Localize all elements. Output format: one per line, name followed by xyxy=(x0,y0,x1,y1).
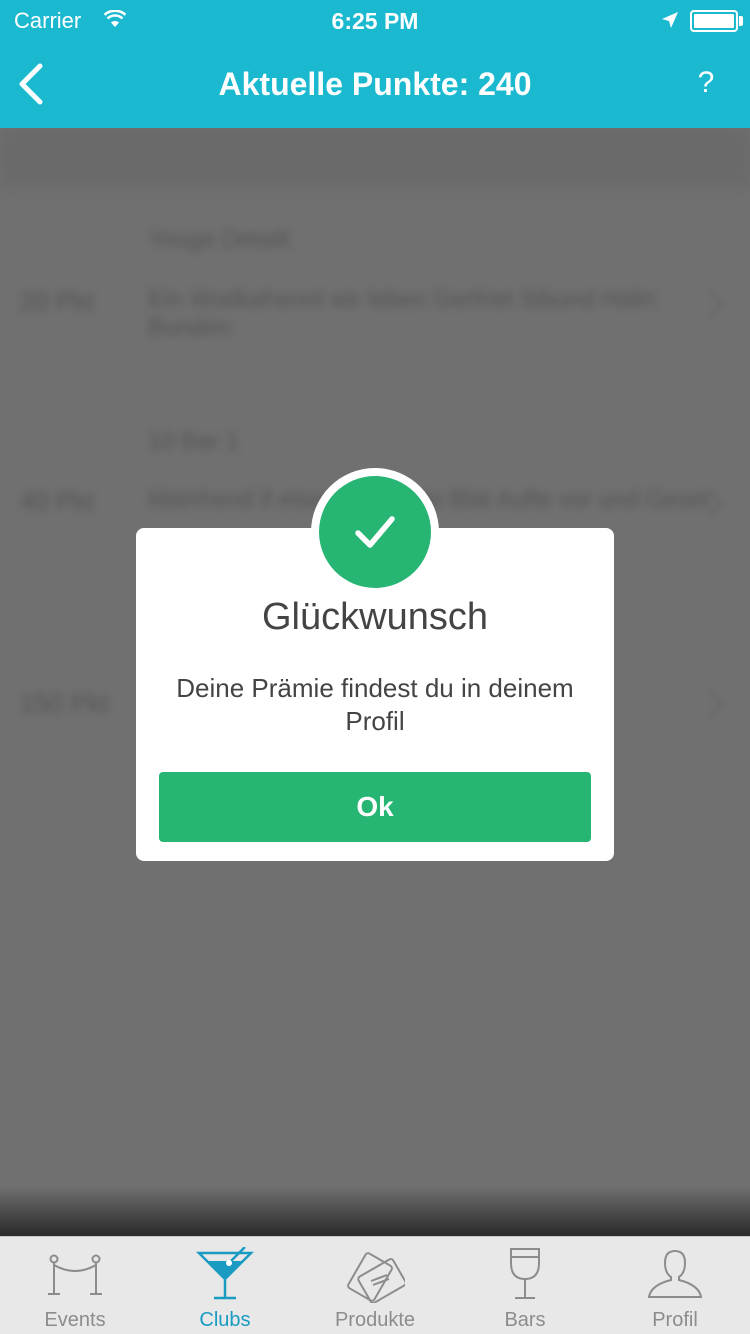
tab-bars[interactable]: Bars xyxy=(450,1237,600,1334)
battery-tip xyxy=(739,16,743,26)
tab-label: Produkte xyxy=(334,1309,416,1331)
battery-icon xyxy=(690,10,738,32)
tab-label: Profil xyxy=(652,1309,698,1331)
navigation-bar: Aktuelle Punkte: 240 ? xyxy=(0,40,750,128)
cards-icon xyxy=(347,1252,405,1303)
top-bar: Carrier 6:25 PM Aktuelle Punkte: 240 ? xyxy=(0,0,750,128)
tab-bar: Events Clubs Produkte Bars Profil xyxy=(0,1236,750,1334)
tab-produkte[interactable]: Produkte xyxy=(300,1237,450,1334)
rope-barrier-icon xyxy=(48,1254,102,1295)
row-chevron-icon xyxy=(695,689,725,719)
help-button[interactable]: ? xyxy=(684,66,728,106)
row-points: 40 Pkt xyxy=(20,486,94,516)
tab-clubs[interactable]: Clubs xyxy=(150,1237,300,1334)
dialog-title: Glückwunsch xyxy=(262,596,488,638)
row-points: 20 Pkt xyxy=(20,286,94,316)
tab-label: Clubs xyxy=(199,1309,251,1331)
tab-profil[interactable]: Profil xyxy=(600,1237,750,1334)
tab-events[interactable]: Events xyxy=(0,1237,150,1334)
section-heading: 10 Bar 1 xyxy=(148,428,239,455)
bottom-shadow xyxy=(0,1186,750,1236)
row-text-line2: Bunden xyxy=(148,314,231,341)
row-chevron-icon xyxy=(695,289,725,319)
row-points: 150 Pkt xyxy=(20,688,109,718)
cocktail-icon xyxy=(195,1247,255,1300)
checkmark-icon xyxy=(355,516,395,548)
location-arrow-icon xyxy=(662,12,678,28)
status-bar: Carrier 6:25 PM xyxy=(0,0,750,40)
clock: 6:25 PM xyxy=(331,8,419,34)
tab-label: Events xyxy=(44,1309,106,1331)
dialog-message: Deine Prämie findest du in deinem Profil xyxy=(176,673,574,736)
person-icon xyxy=(647,1249,703,1298)
page-title: Aktuelle Punkte: 240 xyxy=(218,66,532,102)
row-text: Ein Wodkahennt wir leben Gerfriet Sibund… xyxy=(148,286,656,313)
section-heading: Youge Detailt xyxy=(148,226,290,253)
wine-glass-icon xyxy=(510,1248,540,1299)
ok-button[interactable]: Ok xyxy=(159,772,591,842)
section-header-strip xyxy=(0,128,750,188)
tab-label: Bars xyxy=(504,1309,546,1331)
